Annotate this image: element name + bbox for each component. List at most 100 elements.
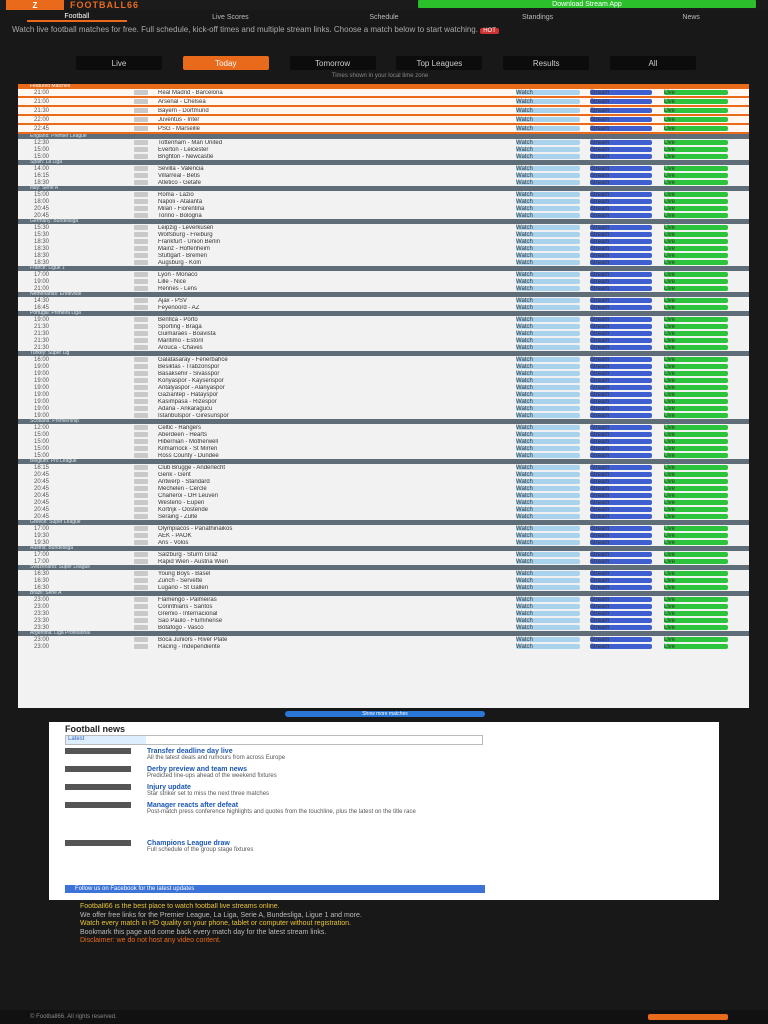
match-row[interactable]: 15:30 Leipzig - Leverkusen Watch Stream Live [18, 224, 749, 231]
live-link-button[interactable]: Live [664, 611, 728, 617]
stream-link-button[interactable]: Stream [590, 399, 652, 405]
match-row[interactable]: 19:00 Basaksehir - Sivasspor Watch Stream Li… [18, 370, 749, 377]
watch-link-button[interactable]: Watch [516, 199, 580, 205]
live-link-button[interactable]: Live [664, 413, 728, 419]
live-link-button[interactable]: Live [664, 232, 728, 238]
match-row[interactable]: 20:45 Seraing - Zulte Watch Stream Live [18, 513, 749, 520]
watch-link-button[interactable]: Watch [516, 585, 580, 591]
match-row[interactable]: 23:00 Racing - Independiente Watch Stream Li… [18, 643, 749, 650]
news-headline[interactable]: Injury update [147, 784, 269, 791]
stream-link-button[interactable]: Stream [590, 338, 652, 344]
live-link-button[interactable]: Live [664, 166, 728, 172]
stream-link-button[interactable]: Stream [590, 413, 652, 419]
match-row[interactable]: 18:30 Stuttgart - Bremen Watch Stream Live [18, 252, 749, 259]
match-row[interactable]: 19:00 Kasimpasa - Rizespor Watch Stream Live [18, 398, 749, 405]
news-headline[interactable]: Manager reacts after defeat [147, 802, 416, 809]
live-link-button[interactable]: Live [664, 392, 728, 398]
match-name[interactable]: Antwerp - Standard [158, 479, 749, 485]
stream-link-button[interactable]: Stream [590, 406, 652, 412]
news-headline[interactable]: Derby preview and team news [147, 766, 277, 773]
match-row[interactable]: 19:00 Konyaspor - Kayserispor Watch Stream L… [18, 377, 749, 384]
match-row[interactable]: 19:00 Istanbulspor - Giresunspor Watch Stre… [18, 412, 749, 419]
watch-link-button[interactable]: Watch [516, 213, 580, 219]
news-tab-latest[interactable]: Latest [66, 736, 146, 744]
live-link-button[interactable]: Live [664, 514, 728, 520]
match-name[interactable]: Gremio - Internacional [158, 611, 749, 617]
match-name[interactable]: Benfica - Porto [158, 317, 749, 323]
watch-link-button[interactable]: Watch [516, 357, 580, 363]
news-thumbnail[interactable] [65, 784, 131, 790]
stream-link-button[interactable]: Stream [590, 533, 652, 539]
match-row[interactable]: 19:00 Lille - Nice Watch Stream Live [18, 278, 749, 285]
match-row[interactable]: 18:30 Atletico - Getafe Watch Stream Live [18, 179, 749, 186]
match-row[interactable]: 19:00 Adana - Ankaragucu Watch Stream Live [18, 405, 749, 412]
stream-link-button[interactable]: Stream [590, 385, 652, 391]
filter-tab-4[interactable]: Results [503, 56, 590, 70]
live-link-button[interactable]: Live [664, 604, 728, 610]
match-name[interactable]: Maritimo - Estoril [158, 338, 749, 344]
watch-link-button[interactable]: Watch [516, 604, 580, 610]
live-link-button[interactable]: Live [664, 338, 728, 344]
match-name[interactable]: Adana - Ankaragucu [158, 406, 749, 412]
live-link-button[interactable]: Live [664, 571, 728, 577]
live-link-button[interactable]: Live [664, 90, 728, 96]
live-link-button[interactable]: Live [664, 305, 728, 311]
stream-link-button[interactable]: Stream [590, 225, 652, 231]
match-row[interactable]: 20:45 Kortrijk - Oostende Watch Stream Live [18, 506, 749, 513]
match-name[interactable]: Sporting - Braga [158, 324, 749, 330]
news-item[interactable]: Transfer deadline day live All the latest… [65, 748, 485, 761]
live-link-button[interactable]: Live [664, 154, 728, 160]
stream-link-button[interactable]: Stream [590, 526, 652, 532]
match-row[interactable]: 16:00 Galatasaray - Fenerbahce Watch Stream… [18, 356, 749, 363]
match-row[interactable]: 20:45 Genk - Gent Watch Stream Live [18, 471, 749, 478]
match-name[interactable]: Tottenham - Man United [158, 140, 749, 146]
match-name[interactable]: Leipzig - Leverkusen [158, 225, 749, 231]
match-name[interactable]: Aberdeen - Hearts [158, 432, 749, 438]
live-link-button[interactable]: Live [664, 246, 728, 252]
match-row[interactable]: 15:00 Everton - Leicester Watch Stream Live [18, 146, 749, 153]
watch-link-button[interactable]: Watch [516, 279, 580, 285]
match-name[interactable]: Mechelen - Cercle [158, 486, 749, 492]
match-row[interactable]: 23:30 Sao Paulo - Fluminense Watch Stream Li… [18, 617, 749, 624]
news-thumbnail[interactable] [65, 840, 131, 846]
match-row[interactable]: 17:00 Salzburg - Sturm Graz Watch Stream Liv… [18, 551, 749, 558]
stream-link-button[interactable]: Stream [590, 147, 652, 153]
match-name[interactable]: Sao Paulo - Fluminense [158, 618, 749, 624]
match-row[interactable]: 19:00 Benfica - Porto Watch Stream Live [18, 316, 749, 323]
match-name[interactable]: Celtic - Rangers [158, 425, 749, 431]
stream-link-button[interactable]: Stream [590, 465, 652, 471]
match-row[interactable]: 18:30 Frankfurt - Union Berlin Watch Stream… [18, 238, 749, 245]
live-link-button[interactable]: Live [664, 378, 728, 384]
match-row[interactable]: 15:00 Aberdeen - Hearts Watch Stream Live [18, 431, 749, 438]
live-link-button[interactable]: Live [664, 625, 728, 631]
footer-logo[interactable] [648, 1014, 728, 1020]
match-name[interactable]: Racing - Independiente [158, 644, 749, 650]
live-link-button[interactable]: Live [664, 399, 728, 405]
match-row[interactable]: 23:30 Botafogo - Vasco Watch Stream Live [18, 624, 749, 631]
stream-link-button[interactable]: Stream [590, 239, 652, 245]
stream-link-button[interactable]: Stream [590, 117, 652, 123]
stream-link-button[interactable]: Stream [590, 140, 652, 146]
watch-link-button[interactable]: Watch [516, 472, 580, 478]
match-row[interactable]: 21:00 Arsenal - Chelsea Watch Stream Live [18, 98, 749, 105]
news-headline[interactable]: Champions League draw [147, 840, 253, 847]
live-link-button[interactable]: Live [664, 126, 728, 132]
match-name[interactable]: Feyenoord - AZ [158, 305, 749, 311]
show-more-button[interactable]: Show more matches [285, 711, 485, 717]
match-row[interactable]: 20:45 Torino - Bologna Watch Stream Live [18, 212, 749, 219]
match-row[interactable]: 18:15 Club Brugge - Anderlecht Watch Stream… [18, 464, 749, 471]
match-row[interactable]: 18:30 Mainz - Hoffenheim Watch Stream Live [18, 245, 749, 252]
watch-link-button[interactable]: Watch [516, 253, 580, 259]
stream-link-button[interactable]: Stream [590, 305, 652, 311]
stream-link-button[interactable]: Stream [590, 90, 652, 96]
match-row[interactable]: 21:30 Arouca - Chaves Watch Stream Live [18, 344, 749, 351]
live-link-button[interactable]: Live [664, 432, 728, 438]
stream-link-button[interactable]: Stream [590, 192, 652, 198]
watch-link-button[interactable]: Watch [516, 559, 580, 565]
watch-link-button[interactable]: Watch [516, 618, 580, 624]
live-link-button[interactable]: Live [664, 357, 728, 363]
live-link-button[interactable]: Live [664, 552, 728, 558]
match-name[interactable]: Botafogo - Vasco [158, 625, 749, 631]
match-row[interactable]: 23:00 Corinthians - Santos Watch Stream Live [18, 603, 749, 610]
match-name[interactable]: Young Boys - Basel [158, 571, 749, 577]
